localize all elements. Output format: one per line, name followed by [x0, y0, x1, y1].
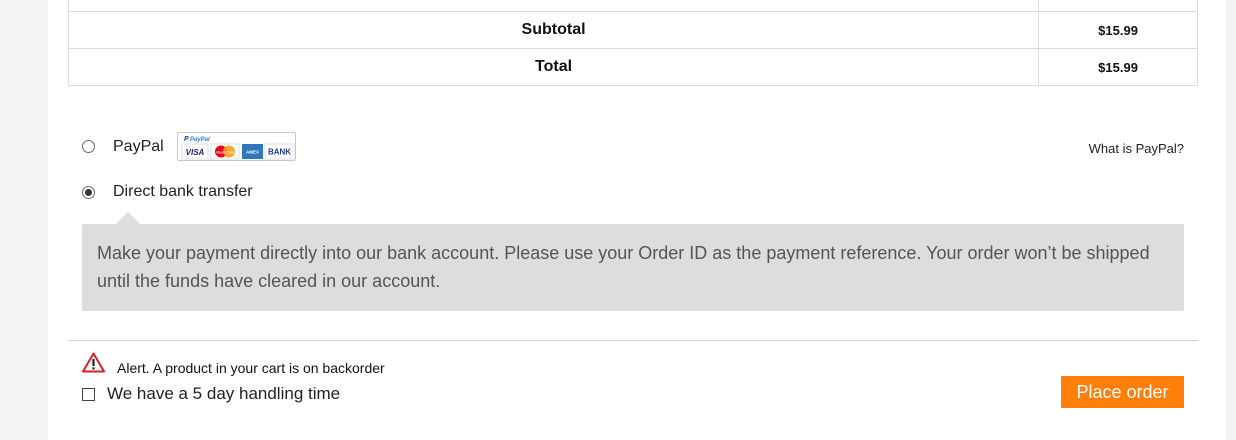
handling-time-checkbox[interactable] — [82, 387, 95, 401]
total-amount: $15.99 — [1038, 48, 1198, 86]
svg-text:P: P — [184, 136, 189, 143]
paypal-logo-text: PayPal — [190, 137, 210, 143]
what-is-paypal-link[interactable]: What is PayPal? — [1089, 141, 1184, 156]
subtotal-row: Subtotal $15.99 — [67, 11, 1198, 49]
left-gutter — [0, 0, 48, 440]
payment-method-bank-transfer[interactable]: Direct bank transfer — [82, 183, 253, 201]
paypal-label[interactable]: PayPal — [113, 138, 164, 156]
backorder-alert-text: Alert. A product in your cart is on back… — [117, 359, 385, 376]
right-gutter — [1226, 0, 1236, 440]
table-row — [67, 0, 1198, 12]
visa-label: VISA — [185, 148, 204, 157]
paypal-acceptance-mark: P PayPal VISA MasterCard AMEX BANK — [176, 132, 296, 161]
card-logos-icon: P PayPal VISA MasterCard AMEX BANK — [181, 136, 295, 160]
total-label: Total — [67, 48, 1040, 86]
bank-label: BANK — [268, 148, 291, 157]
handling-time-label[interactable]: We have a 5 day handling time — [107, 384, 340, 404]
order-totals-table: Subtotal $15.99 Total $15.99 — [67, 0, 1198, 86]
place-order-button[interactable]: Place order — [1061, 376, 1184, 408]
bank-transfer-description-text: Make your payment directly into our bank… — [97, 243, 1150, 291]
paypal-radio[interactable] — [82, 140, 95, 153]
bank-transfer-description: Make your payment directly into our bank… — [82, 212, 1184, 311]
total-row: Total $15.99 — [67, 48, 1198, 86]
bank-transfer-label[interactable]: Direct bank transfer — [113, 183, 253, 201]
payment-method-paypal[interactable]: PayPal P PayPal VISA MasterCard AMEX BAN… — [82, 132, 296, 161]
warning-triangle-icon — [82, 352, 105, 378]
amex-label: AMEX — [246, 150, 259, 155]
subtotal-label: Subtotal — [67, 11, 1040, 49]
subtotal-amount: $15.99 — [1038, 11, 1198, 49]
handling-time-option[interactable]: We have a 5 day handling time — [82, 384, 340, 404]
backorder-alert: Alert. A product in your cart is on back… — [82, 352, 385, 378]
divider — [68, 340, 1198, 341]
bank-transfer-radio[interactable] — [82, 185, 95, 199]
mastercard-label: MasterCard — [216, 151, 234, 155]
